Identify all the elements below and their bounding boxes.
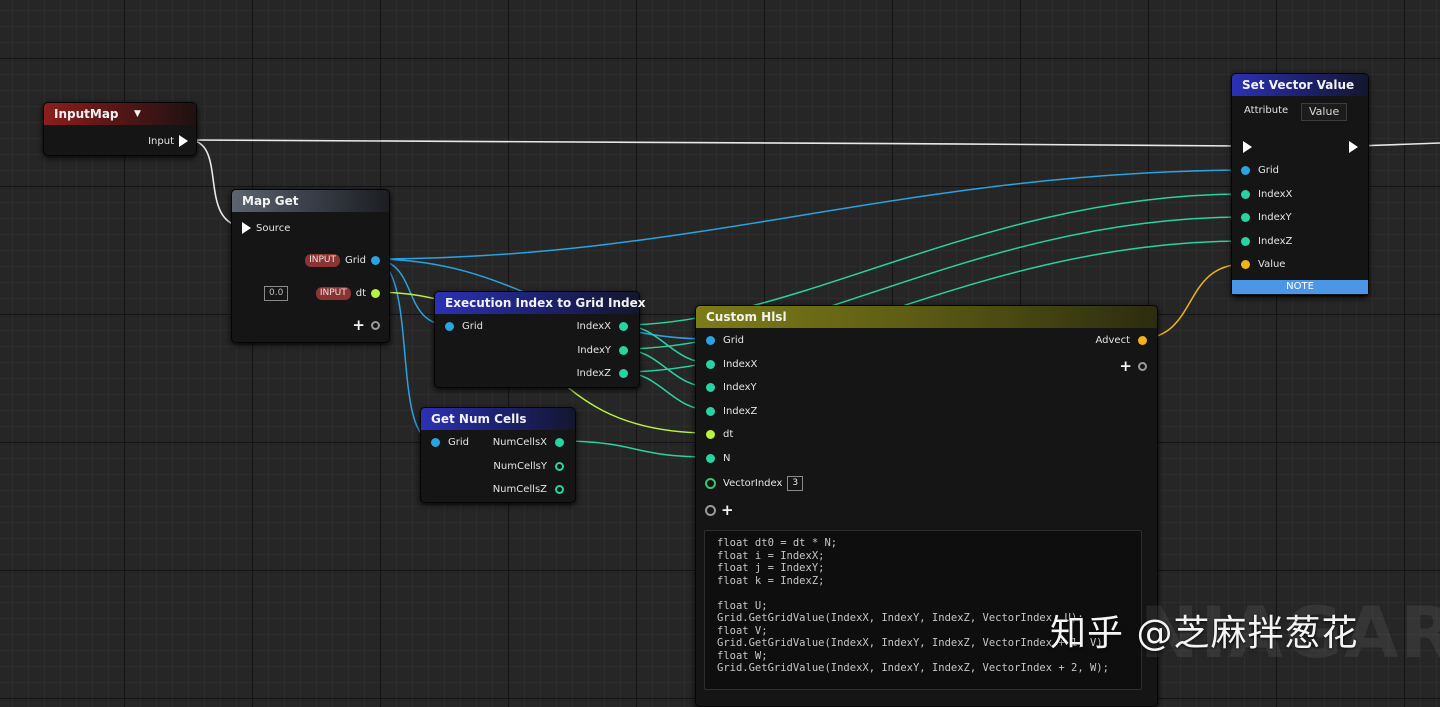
empty-pin-icon[interactable]	[705, 504, 716, 516]
node-header-input-map[interactable]: InputMap ▼	[44, 103, 196, 125]
grid-pin-icon[interactable]	[706, 335, 715, 345]
exec-out-pin-icon[interactable]	[1349, 141, 1358, 153]
int-pin-icon[interactable]	[706, 359, 715, 369]
node-map-get[interactable]: Map Get Source INPUT Grid 0.0 INPUT dt +	[231, 189, 390, 343]
exec-in-pin-icon[interactable]	[1243, 141, 1252, 153]
pin-label: Input	[148, 135, 174, 147]
int-pin-icon[interactable]	[555, 437, 564, 447]
pin-label: IndexY	[577, 344, 611, 356]
grid-pin-icon[interactable]	[1241, 165, 1250, 175]
int-pin-icon[interactable]	[1241, 189, 1250, 199]
node-header-execution-index[interactable]: Execution Index to Grid Index	[435, 292, 645, 314]
node-header-set-vector-value[interactable]: Set Vector Value	[1232, 74, 1368, 96]
watermark-text: 知乎 @芝麻拌葱花	[1050, 613, 1359, 654]
int-pin-icon[interactable]	[619, 368, 628, 378]
pin-label: IndexX	[723, 358, 758, 370]
pin-label: NumCellsY	[493, 460, 547, 472]
attribute-label: Attribute	[1244, 104, 1289, 116]
empty-pin-icon[interactable]	[1138, 361, 1147, 371]
node-title: InputMap	[54, 107, 119, 121]
pin-label: IndexX	[576, 320, 611, 332]
pin-label: Grid	[723, 334, 744, 346]
pin-label: Value	[1258, 258, 1286, 270]
add-pin-icon[interactable]: +	[1119, 357, 1132, 375]
pin-label: dt	[355, 287, 366, 299]
int-pin-icon[interactable]	[705, 477, 716, 489]
pin-label: N	[723, 452, 731, 464]
code-line: float j = IndexY;	[717, 562, 825, 574]
code-line: float k = IndexZ;	[717, 574, 825, 587]
dt-default-value[interactable]: 0.0	[264, 285, 289, 301]
node-execution-index[interactable]: Execution Index to Grid Index Grid Index…	[434, 291, 645, 388]
grid-pin-icon[interactable]	[371, 255, 380, 265]
wire-exec-input-to-set	[187, 139, 1241, 147]
vector-pin-icon[interactable]	[1138, 335, 1147, 345]
code-line: Grid.GetGridValue(IndexX, IndexY, IndexZ…	[717, 662, 1109, 674]
pin-label: IndexY	[723, 381, 757, 393]
int-pin-icon[interactable]	[706, 382, 715, 392]
node-header-get-num-cells[interactable]: Get Num Cells	[421, 408, 575, 430]
wire-numcellsx-to-n	[557, 440, 711, 458]
int-pin-icon[interactable]	[706, 453, 715, 463]
int-pin-icon[interactable]	[619, 345, 628, 355]
int-pin-icon[interactable]	[1241, 236, 1250, 246]
node-title: Map Get	[242, 194, 299, 208]
pin-label: Advect	[1095, 334, 1130, 346]
node-set-vector-value[interactable]: Set Vector Value Attribute Value Grid In…	[1231, 73, 1369, 296]
pin-label: Grid	[1258, 164, 1279, 176]
exec-pin-icon[interactable]	[179, 135, 188, 147]
int-pin-icon[interactable]	[555, 484, 564, 494]
dropdown-arrow-icon[interactable]: ▼	[134, 103, 141, 125]
add-pin-icon[interactable]: +	[352, 316, 365, 334]
grid-pin-icon[interactable]	[431, 437, 440, 447]
node-get-num-cells[interactable]: Get Num Cells Grid NumCellsX NumCellsY N…	[420, 407, 576, 503]
note-bar[interactable]: NOTE	[1232, 280, 1368, 294]
node-header-custom-hlsl[interactable]: Custom Hlsl	[696, 306, 1157, 328]
pin-label: Grid	[448, 436, 469, 448]
pin-label: dt	[723, 428, 734, 440]
pin-label: IndexY	[1258, 211, 1292, 223]
grid-pin-icon[interactable]	[445, 321, 454, 331]
empty-pin-icon[interactable]	[371, 320, 380, 330]
pin-label: Grid	[462, 320, 483, 332]
input-namespace-badge: INPUT	[305, 253, 340, 267]
pin-label: IndexZ	[1258, 235, 1293, 247]
pin-label: NumCellsX	[492, 436, 547, 448]
code-line: float dt0 = dt * N;	[717, 537, 838, 549]
pin-label: IndexZ	[576, 367, 611, 379]
float-pin-icon[interactable]	[371, 288, 380, 298]
input-namespace-badge: INPUT	[315, 286, 351, 300]
int-pin-icon[interactable]	[555, 461, 564, 471]
node-input-map[interactable]: InputMap ▼ Input	[43, 102, 197, 156]
pin-label: Grid	[345, 254, 366, 266]
vector-index-value[interactable]: 3	[787, 475, 804, 491]
code-line: float i = IndexX;	[717, 549, 825, 562]
node-header-map-get[interactable]: Map Get	[232, 190, 389, 212]
int-pin-icon[interactable]	[1241, 212, 1250, 222]
add-pin-icon[interactable]: +	[721, 501, 734, 519]
int-pin-icon[interactable]	[619, 321, 628, 331]
node-title: Custom Hlsl	[706, 310, 787, 324]
wire-grid-to-set	[371, 169, 1246, 260]
node-title: Get Num Cells	[431, 412, 527, 426]
int-pin-icon[interactable]	[706, 406, 715, 416]
node-title: Execution Index to Grid Index	[445, 296, 646, 310]
float-pin-icon[interactable]	[706, 429, 715, 439]
vector-pin-icon[interactable]	[1241, 259, 1250, 269]
node-title: Set Vector Value	[1242, 78, 1355, 92]
pin-label: IndexZ	[723, 405, 758, 417]
pin-label: Source	[256, 222, 291, 234]
pin-label: NumCellsZ	[492, 483, 547, 495]
pin-label: VectorIndex	[723, 477, 783, 489]
exec-pin-icon[interactable]	[242, 222, 251, 234]
attribute-value-field[interactable]: Value	[1301, 103, 1348, 121]
pin-label: IndexX	[1258, 188, 1293, 200]
